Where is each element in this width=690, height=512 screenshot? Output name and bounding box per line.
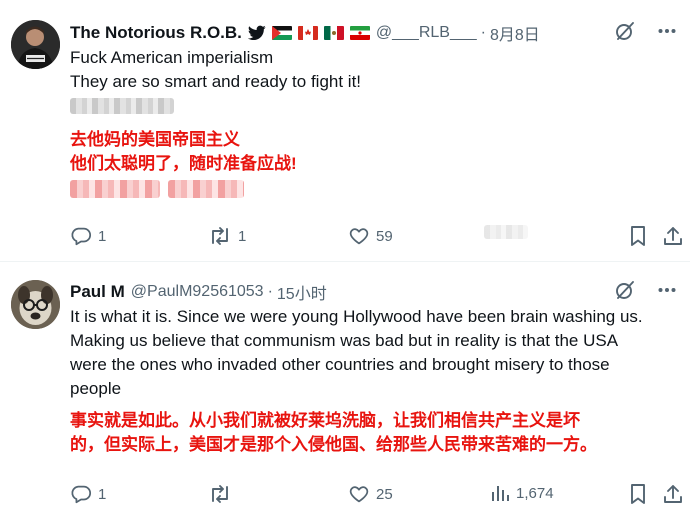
more-horizontal-icon[interactable]	[658, 28, 676, 34]
mexico-flag-icon	[323, 26, 344, 40]
tweet-actions: 1 1 59	[70, 225, 682, 249]
timestamp[interactable]: 15小时	[277, 280, 327, 304]
pixelated-redaction	[70, 180, 160, 198]
timestamp[interactable]: 8月8日	[490, 21, 540, 45]
author-name[interactable]: The Notorious R.O.B.	[70, 23, 242, 43]
views-button[interactable]	[484, 225, 528, 239]
avatar[interactable]	[11, 280, 60, 329]
translation-line: 他们太聪明了，随时准备应战!	[70, 154, 297, 173]
tweet[interactable]: Paul M @PaulM92561053 · 15小时 It is what …	[0, 263, 690, 512]
share-button[interactable]	[662, 483, 684, 505]
translation-line: 事实就是如此。从小我们就被好莱坞洗脑，让我们相信共产主义是坏	[70, 411, 580, 430]
like-count: 25	[376, 485, 393, 503]
tweet[interactable]: The Notorious R.O.B. @___RLB___ · 8月8日 F…	[0, 0, 690, 262]
tweet-text-line: They are so smart and ready to fight it!	[70, 72, 362, 91]
retweet-button[interactable]: 1	[208, 225, 246, 247]
reply-button[interactable]: 1	[70, 225, 106, 247]
like-button[interactable]: 59	[348, 225, 393, 247]
header-actions	[614, 20, 676, 42]
share-upload-icon	[662, 225, 684, 247]
pixelated-redaction	[168, 180, 244, 198]
author-handle[interactable]: @___RLB___	[376, 24, 477, 42]
bookmark-icon	[628, 483, 648, 505]
retweet-arrows-icon	[208, 483, 232, 505]
retweet-button[interactable]	[208, 483, 238, 505]
author-name[interactable]: Paul M	[70, 282, 125, 302]
tweet-text-line: people	[70, 379, 122, 398]
tweet-text-line: Making us believe that communism was bad…	[70, 331, 619, 350]
reply-count: 1	[98, 227, 107, 245]
redacted-translation	[70, 176, 682, 202]
reply-bubble-icon	[70, 225, 92, 247]
heart-icon	[348, 225, 370, 247]
author-handle[interactable]: @PaulM92561053	[131, 283, 264, 301]
reply-button[interactable]: 1	[70, 483, 106, 505]
redacted-text	[70, 94, 682, 118]
share-upload-icon	[662, 483, 684, 505]
translation-line: 的，但实际上，美国才是那个入侵他国、给那些人民带来苦难的一方。	[70, 435, 597, 454]
header-actions	[614, 279, 676, 301]
pixelated-redaction	[70, 98, 174, 114]
tweet-header: Paul M @PaulM92561053 · 15小时	[70, 279, 680, 305]
views-redaction	[484, 225, 528, 239]
heart-icon	[348, 483, 370, 505]
tweet-body: Fuck American imperialism They are so sm…	[70, 46, 682, 202]
separator-dot: ·	[480, 24, 486, 41]
bookmark-button[interactable]	[628, 483, 648, 505]
like-button[interactable]: 25	[348, 483, 393, 505]
tweet-text-line: were the ones who invaded other countrie…	[70, 355, 610, 374]
tweet-actions: 1 25 1,674	[70, 483, 682, 507]
views-button[interactable]: 1,674	[490, 483, 554, 503]
views-bars-icon	[490, 483, 510, 503]
translation-line: 去他妈的美国帝国主义	[70, 130, 240, 149]
grok-slash-circle-icon[interactable]	[614, 279, 636, 301]
reply-bubble-icon	[70, 483, 92, 505]
more-horizontal-icon[interactable]	[658, 287, 676, 293]
twitter-bird-icon	[247, 25, 266, 41]
tweet-header: The Notorious R.O.B. @___RLB___ · 8月8日	[70, 20, 680, 46]
grok-slash-circle-icon[interactable]	[614, 20, 636, 42]
bookmark-icon	[628, 225, 648, 247]
tweet-body: It is what it is. Since we were young Ho…	[70, 305, 682, 457]
tweet-text-line: Fuck American imperialism	[70, 48, 274, 67]
flag-emojis	[271, 26, 370, 40]
like-count: 59	[376, 227, 393, 245]
share-button[interactable]	[662, 225, 684, 247]
reply-count: 1	[98, 485, 107, 503]
views-count: 1,674	[516, 484, 554, 502]
avatar[interactable]	[11, 20, 60, 69]
iran-flag-icon	[349, 26, 370, 40]
palestine-flag-icon	[271, 26, 292, 40]
tweet-text-line: It is what it is. Since we were young Ho…	[70, 307, 643, 326]
bookmark-button[interactable]	[628, 225, 648, 247]
canada-flag-icon	[297, 26, 318, 40]
separator-dot: ·	[267, 283, 273, 300]
retweet-arrows-icon	[208, 225, 232, 247]
retweet-count: 1	[238, 227, 247, 245]
